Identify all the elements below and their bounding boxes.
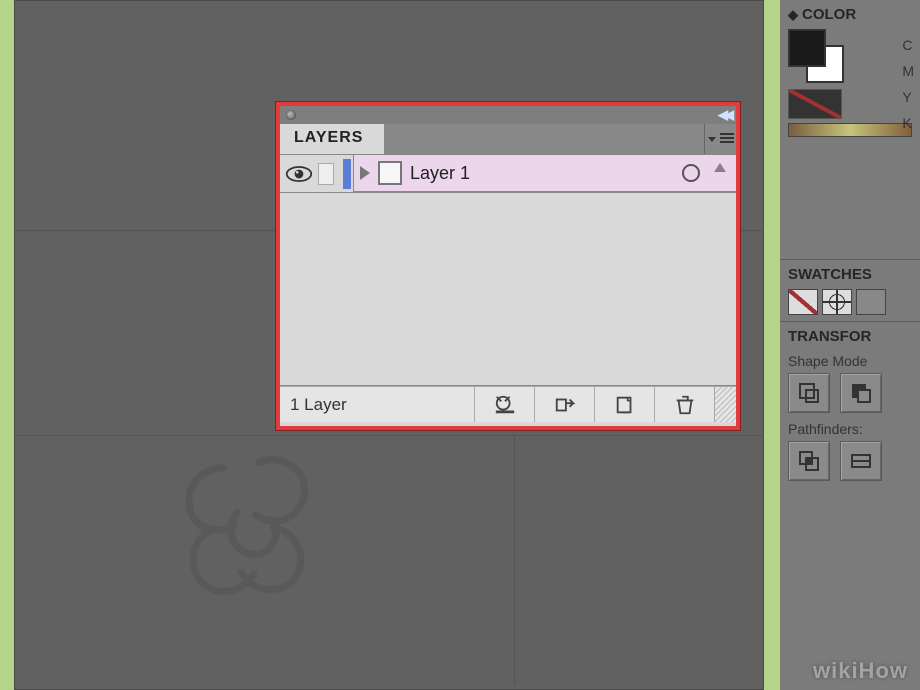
layer-color-icon xyxy=(343,159,351,189)
pathfinder-buttons xyxy=(788,437,912,481)
fill-stroke-swatches[interactable] xyxy=(788,29,842,79)
channel-y: Y xyxy=(902,84,914,110)
canvas-area: ◀◀ LAYERS xyxy=(14,0,764,690)
channel-k: K xyxy=(902,110,914,136)
color-channel-labels: C M Y K xyxy=(902,32,914,136)
layer-content[interactable]: Layer 1 xyxy=(354,155,736,192)
collapse-icon[interactable]: ◀◀ xyxy=(718,107,730,123)
swatches-panel-header[interactable]: SWATCHES xyxy=(788,266,912,283)
transform-panel-header[interactable]: TRANSFOR xyxy=(788,328,912,345)
pathfinder-divide-button[interactable] xyxy=(788,441,830,481)
layer-list: Layer 1 xyxy=(280,154,736,386)
right-panel-dock: ◆ COLOR C M Y K SWATCHES TRANSFOR Shape xyxy=(780,0,920,690)
tab-layers[interactable]: LAYERS xyxy=(280,124,385,154)
layer-name-label[interactable]: Layer 1 xyxy=(410,163,674,184)
pathfinder-trim-button[interactable] xyxy=(840,441,882,481)
delete-layer-button[interactable] xyxy=(654,387,714,422)
shape-mode-unite-button[interactable] xyxy=(788,373,830,413)
swatches-panel-title: SWATCHES xyxy=(788,266,872,283)
layer-count-label: 1 Layer xyxy=(280,395,474,415)
eye-icon[interactable] xyxy=(284,163,314,185)
swatch-registration[interactable] xyxy=(822,289,852,315)
channel-c: C xyxy=(902,32,914,58)
color-spectrum-bar[interactable] xyxy=(788,123,912,137)
layer-thumbnail xyxy=(378,161,402,185)
make-clipping-mask-button[interactable] xyxy=(534,387,594,422)
watermark: wikiHow xyxy=(813,658,908,684)
transform-panel: TRANSFOR Shape Mode Pathfinders: xyxy=(780,322,920,487)
divider xyxy=(514,435,515,685)
shape-mode-buttons xyxy=(788,369,912,413)
color-panel: ◆ COLOR C M Y K xyxy=(780,0,920,260)
fill-swatch[interactable] xyxy=(788,29,826,67)
disclosure-triangle-icon[interactable] xyxy=(360,166,370,180)
canvas-artwork xyxy=(169,440,349,640)
swatch-none[interactable] xyxy=(788,289,818,315)
caret-down-icon xyxy=(708,137,716,142)
pathfinders-label: Pathfinders: xyxy=(788,421,912,437)
lock-slot[interactable] xyxy=(318,163,334,185)
panel-tab-strip: LAYERS xyxy=(280,124,736,154)
color-panel-header[interactable]: ◆ COLOR xyxy=(788,6,912,23)
transform-panel-title: TRANSFOR xyxy=(788,328,871,345)
panel-titlebar[interactable]: ◀◀ xyxy=(280,106,736,124)
selection-indicator-icon xyxy=(714,163,726,172)
layers-panel: ◀◀ LAYERS xyxy=(276,102,740,430)
new-sublayer-button[interactable] xyxy=(594,387,654,422)
swatch-item[interactable] xyxy=(856,289,886,315)
locate-object-button[interactable] xyxy=(474,387,534,422)
resize-grip-icon[interactable] xyxy=(714,387,736,422)
visibility-column[interactable] xyxy=(280,155,354,192)
swatch-row xyxy=(788,289,912,315)
target-icon[interactable] xyxy=(682,164,700,182)
shape-modes-label: Shape Mode xyxy=(788,353,912,369)
swatches-panel: SWATCHES xyxy=(780,260,920,322)
shape-mode-minus-front-button[interactable] xyxy=(840,373,882,413)
layer-row[interactable]: Layer 1 xyxy=(280,155,736,193)
grip-icon xyxy=(286,110,296,120)
none-color-swatch[interactable] xyxy=(788,89,842,119)
layers-panel-footer: 1 Layer xyxy=(280,386,736,422)
diamond-icon: ◆ xyxy=(788,7,798,23)
menu-lines-icon xyxy=(720,133,734,145)
color-panel-title: COLOR xyxy=(802,6,856,23)
tab-spacer xyxy=(385,124,704,154)
panel-menu-button[interactable] xyxy=(704,124,736,154)
channel-m: M xyxy=(902,58,914,84)
